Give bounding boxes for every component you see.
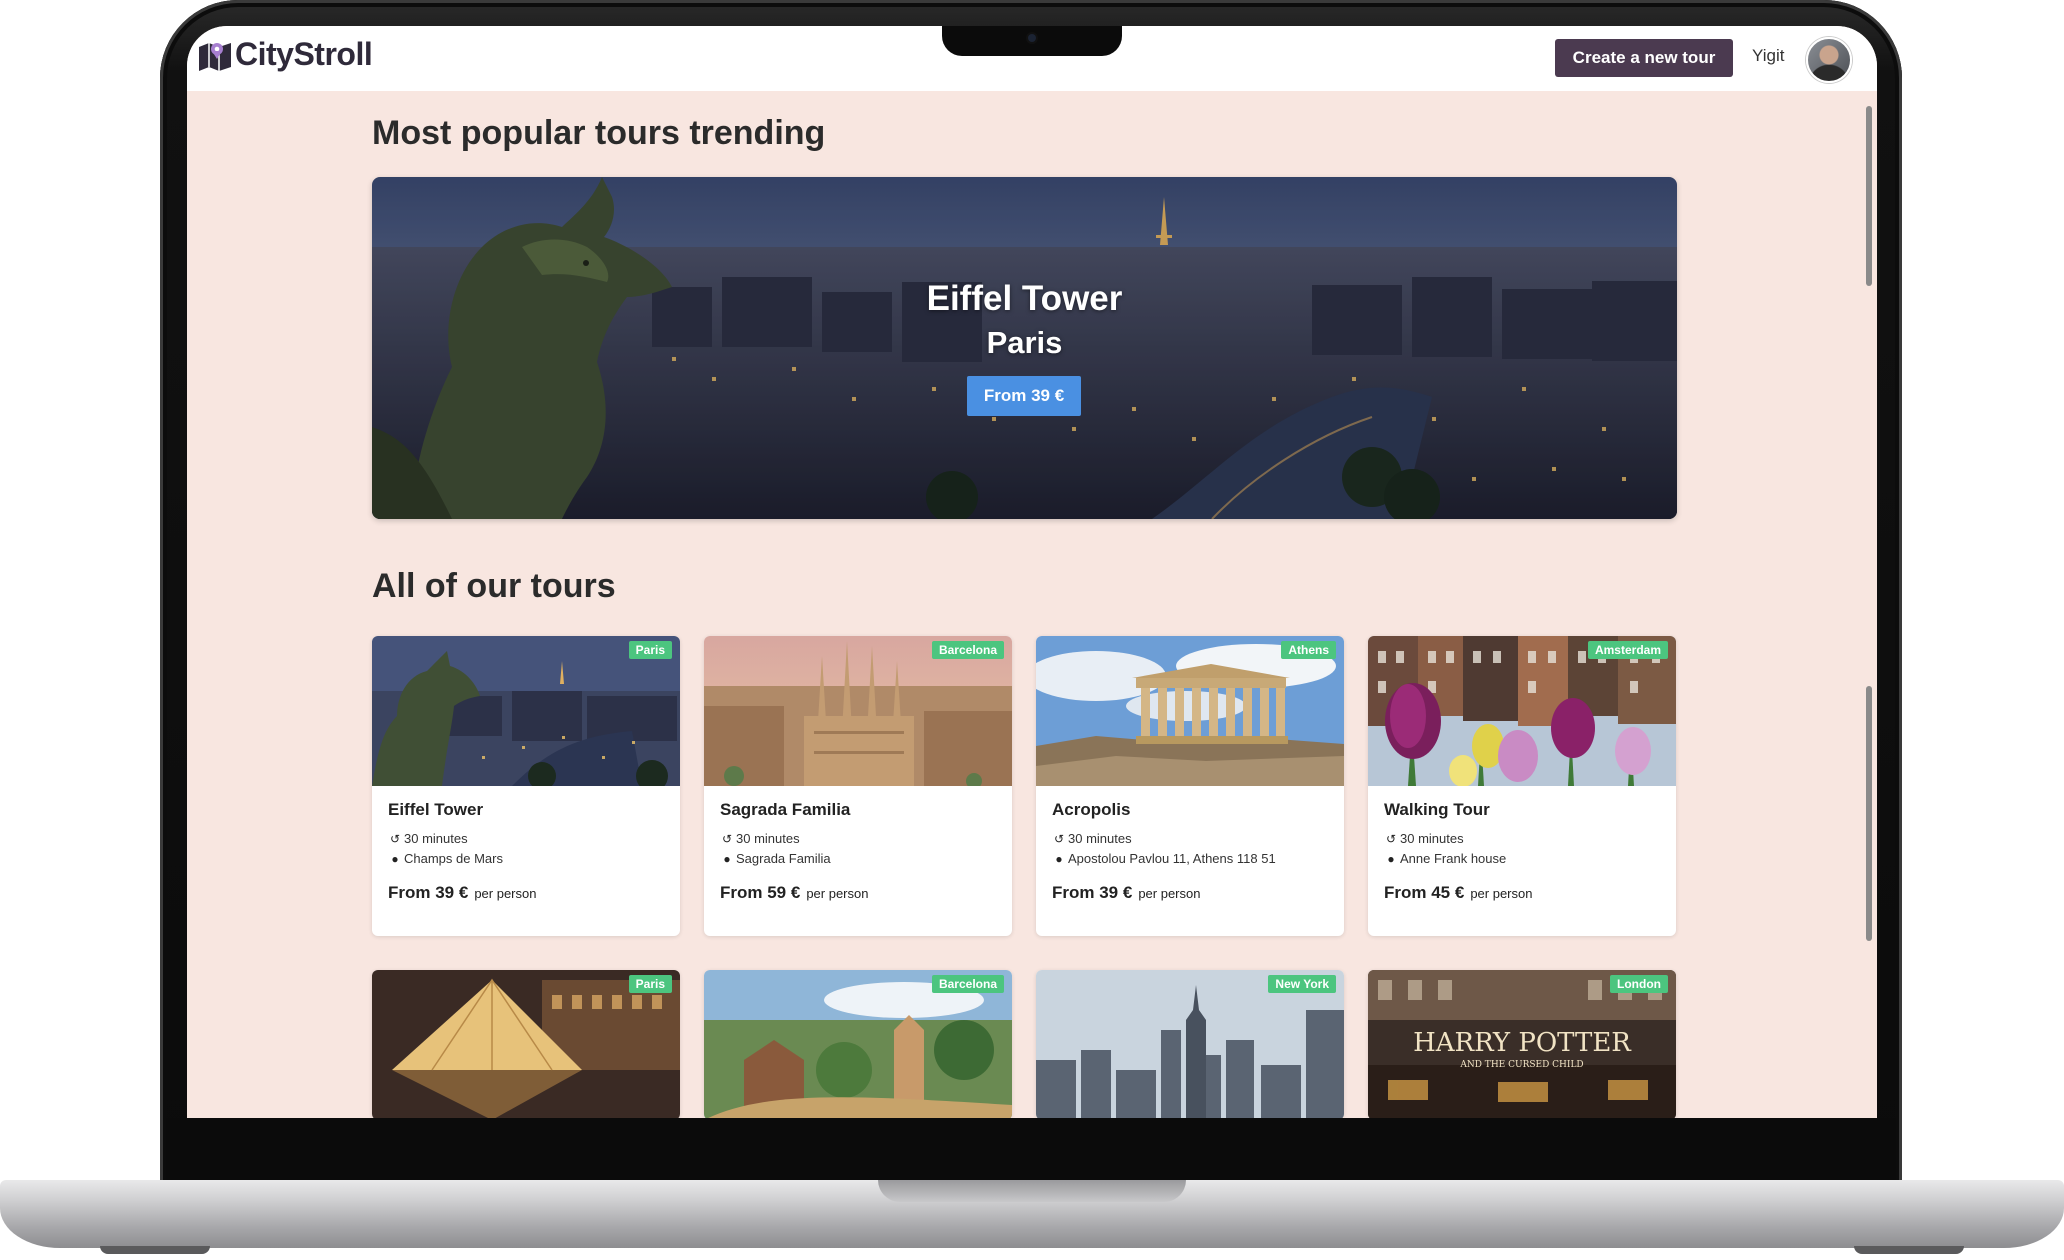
tour-image: New York — [1036, 970, 1344, 1118]
tour-card[interactable]: Paris Eiffel Tower ↺ 30 minutes ● Champs d… — [372, 636, 680, 936]
price-unit: per person — [806, 886, 869, 901]
laptop-foot — [1854, 1246, 1964, 1254]
create-tour-button[interactable]: Create a new tour — [1555, 39, 1733, 77]
tour-price: From 45 € — [1384, 883, 1465, 902]
city-badge: New York — [1268, 975, 1336, 993]
city-badge: London — [1610, 975, 1668, 993]
hero-price-button[interactable]: From 39 € — [967, 376, 1081, 416]
tour-price: From 39 € — [1052, 883, 1133, 902]
laptop-chin — [166, 1118, 1896, 1180]
price-unit: per person — [1470, 886, 1533, 901]
user-name[interactable]: Yigit — [1752, 46, 1784, 66]
all-tours-title: All of our tours — [372, 567, 616, 605]
map-marker-icon: ● — [1387, 852, 1395, 866]
tour-duration: 30 minutes — [736, 831, 800, 846]
hero-city: Paris — [986, 325, 1063, 360]
tour-card[interactable]: New York — [1036, 970, 1344, 1118]
tour-duration: 30 minutes — [1068, 831, 1132, 846]
tour-location: Anne Frank house — [1400, 851, 1507, 866]
tour-card[interactable]: Athens Acropolis ↺ 30 minutes ● Apostolou … — [1036, 636, 1344, 936]
tour-price: From 59 € — [720, 883, 801, 902]
poster-subtitle: AND THE CURSED CHILD — [1460, 1060, 1584, 1070]
map-marker-icon: ● — [723, 852, 731, 866]
tour-image: Paris — [372, 636, 680, 786]
tour-name: Sagrada Familia — [720, 800, 851, 819]
city-badge: Athens — [1281, 641, 1336, 659]
poster-title: HARRY POTTER — [1413, 1028, 1631, 1058]
tour-duration: 30 minutes — [1400, 831, 1464, 846]
tour-card[interactable]: Paris — [372, 970, 680, 1118]
tour-image: Barcelona — [704, 636, 1012, 786]
tour-duration: 30 minutes — [404, 831, 468, 846]
tour-image: Amsterdam — [1368, 636, 1676, 786]
city-badge: Paris — [628, 975, 672, 993]
camera-notch — [942, 26, 1122, 56]
laptop-foot — [100, 1246, 210, 1254]
history-icon: ↺ — [1385, 832, 1397, 846]
tour-name: Walking Tour — [1384, 800, 1490, 819]
logo[interactable]: CityStroll — [197, 36, 373, 73]
tour-name: Acropolis — [1052, 800, 1131, 819]
hero-tour-name: Eiffel Tower — [926, 279, 1123, 318]
tour-image: Paris — [372, 970, 680, 1118]
tour-card[interactable]: HARRY POTTER AND THE CURSED CHILD London — [1368, 970, 1676, 1118]
laptop-trackpad-notch — [878, 1180, 1186, 1202]
camera-icon — [1028, 34, 1036, 42]
tour-location: Apostolou Pavlou 11, Athens 118 51 — [1068, 851, 1276, 866]
tour-card[interactable]: Barcelona Sagrada Familia ↺ 30 minutes ● S… — [704, 636, 1012, 936]
tour-card[interactable]: Barcelona — [704, 970, 1012, 1118]
trending-title: Most popular tours trending — [372, 114, 826, 152]
trending-hero[interactable]: Eiffel Tower Paris From 39 € — [372, 177, 1677, 519]
map-marker-icon: ● — [1055, 852, 1063, 866]
city-badge: Barcelona — [931, 641, 1004, 659]
city-badge: Paris — [628, 641, 672, 659]
city-badge: Amsterdam — [1587, 641, 1668, 659]
tour-location: Sagrada Familia — [736, 851, 831, 866]
history-icon: ↺ — [389, 832, 401, 846]
history-icon: ↺ — [721, 832, 733, 846]
tour-image: HARRY POTTER AND THE CURSED CHILD London — [1368, 970, 1676, 1118]
price-unit: per person — [1138, 886, 1201, 901]
map-icon — [199, 42, 231, 71]
history-icon: ↺ — [1053, 832, 1065, 846]
screen: CityStroll Create a new tour Yigit Most … — [187, 26, 1877, 1118]
avatar[interactable] — [1806, 37, 1852, 83]
tour-image: Athens — [1036, 636, 1344, 786]
scrollbar-thumb[interactable] — [1866, 106, 1872, 286]
price-unit: per person — [474, 886, 537, 901]
tour-image: Barcelona — [704, 970, 1012, 1118]
tour-name: Eiffel Tower — [388, 800, 484, 819]
tour-card[interactable]: Amsterdam Walking Tour ↺ 30 minutes ● Anne… — [1368, 636, 1676, 936]
tour-location: Champs de Mars — [404, 851, 503, 866]
tour-price: From 39 € — [388, 883, 469, 902]
logo-text: CityStroll — [235, 36, 373, 72]
map-marker-icon: ● — [391, 852, 399, 866]
scrollbar-thumb[interactable] — [1866, 686, 1872, 941]
city-badge: Barcelona — [931, 975, 1004, 993]
